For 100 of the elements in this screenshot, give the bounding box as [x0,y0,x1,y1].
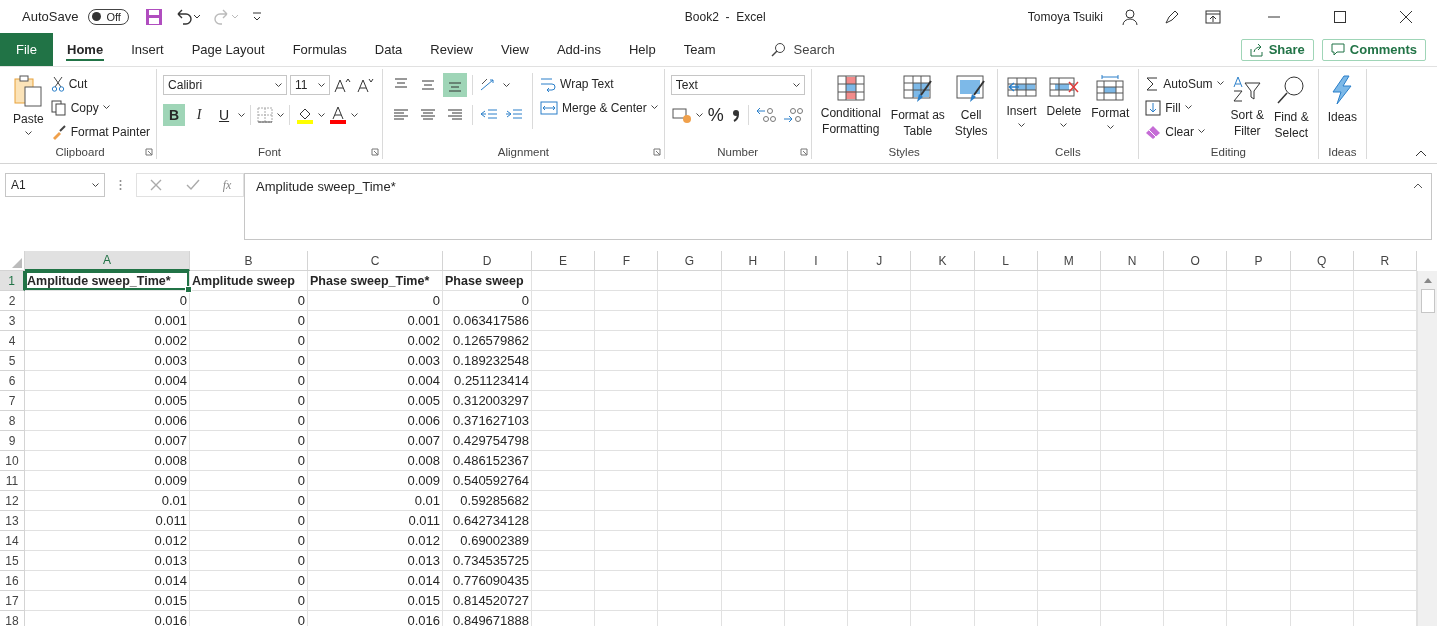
ribbon-tab[interactable]: Data [360,33,417,66]
ideas-button[interactable]: Ideas [1324,73,1360,127]
maximize-icon[interactable] [1333,9,1347,24]
column-header[interactable]: M [1037,251,1101,271]
format-as-table-button[interactable]: Format as Table [887,73,948,141]
person-icon[interactable] [1121,7,1139,26]
paste-button[interactable]: Paste [10,73,47,138]
find-select-button[interactable]: Find & Select [1270,73,1312,143]
wrap-text-button[interactable]: Wrap Text [540,73,658,94]
checkmark-icon[interactable] [185,178,200,192]
row-header[interactable]: 6 [0,371,25,391]
copy-button[interactable]: Copy [50,97,151,118]
bottom-align-icon[interactable] [443,73,468,97]
ribbon-tab[interactable]: Page Layout [177,33,279,66]
column-header[interactable]: Q [1290,251,1354,271]
number-format-dropdown[interactable]: Text [670,75,805,95]
format-cells-button[interactable]: Format [1088,73,1133,132]
ribbon-tab[interactable]: Insert [117,33,178,66]
row-header[interactable]: 4 [0,331,25,351]
ribbon-tab[interactable]: File [0,33,53,66]
column-header[interactable]: C [308,251,443,271]
row-header[interactable]: 11 [0,471,25,491]
delete-cells-button[interactable]: Delete [1043,73,1085,130]
cancel-icon[interactable] [148,178,163,192]
caret-icon[interactable] [695,112,703,118]
ribbon-display-icon[interactable] [1205,9,1221,24]
ribbon-tab[interactable]: View [486,33,543,66]
dialog-launcher-icon[interactable] [799,148,808,156]
caret-icon[interactable] [318,112,326,118]
comments-button[interactable]: Comments [1321,38,1426,61]
column-header[interactable]: F [595,251,659,271]
search-field[interactable]: Search [793,42,854,57]
formula-input[interactable]: Amplitude sweep_Time* [244,173,1432,240]
sort-filter-button[interactable]: Sort & Filter [1227,73,1267,141]
font-name-dropdown[interactable]: Calibri [163,75,288,95]
dialog-launcher-icon[interactable] [652,148,661,156]
ribbon-tab[interactable]: Team [669,33,730,66]
column-header[interactable]: O [1164,251,1228,271]
column-header[interactable]: E [532,251,596,271]
fill-button[interactable]: Fill [1145,97,1224,118]
caret-icon[interactable] [351,112,359,118]
italic-button[interactable]: I [188,104,211,126]
format-painter-button[interactable]: Format Painter [50,121,151,142]
caret-icon[interactable] [238,112,246,118]
cell-styles-button[interactable]: Cell Styles [951,73,991,141]
column-header[interactable]: B [190,251,308,271]
row-header[interactable]: 2 [0,291,25,311]
row-header[interactable]: 16 [0,571,25,591]
save-icon[interactable] [144,7,163,26]
column-header[interactable]: N [1100,251,1165,271]
row-header[interactable]: 7 [0,391,25,411]
row-header[interactable]: 15 [0,551,25,571]
column-header[interactable]: D [443,251,532,271]
caret-icon[interactable] [503,82,511,88]
share-button[interactable]: Share [1240,38,1314,61]
fill-handle[interactable] [185,286,192,293]
row-header[interactable]: 3 [0,311,25,331]
font-size-dropdown[interactable]: 11 [290,75,331,95]
row-header[interactable]: 17 [0,591,25,611]
column-header[interactable]: G [658,251,722,271]
ribbon-tab[interactable]: Review [416,33,487,66]
row-header[interactable]: 13 [0,511,25,531]
column-header[interactable]: I [784,251,849,271]
ribbon-tab[interactable]: Formulas [278,33,361,66]
name-box[interactable]: A1 [5,173,105,197]
collapse-ribbon-icon[interactable] [1415,149,1427,157]
percent-style-button[interactable]: % [705,104,726,126]
ribbon-tab[interactable]: Help [614,33,670,66]
column-header[interactable]: P [1227,251,1291,271]
ribbon-tab[interactable]: Add-ins [542,33,615,66]
scroll-up-icon[interactable] [1423,277,1432,283]
column-header[interactable]: J [848,251,912,271]
customize-toolbar-icon[interactable] [250,10,263,23]
underline-button[interactable]: U [213,104,236,126]
cut-button[interactable]: Cut [50,73,151,94]
collapse-formula-bar-icon[interactable] [1413,183,1423,189]
row-header[interactable]: 1 [0,271,25,291]
insert-function-button[interactable]: fx [222,177,232,193]
column-header[interactable]: R [1353,251,1417,271]
row-header[interactable]: 14 [0,531,25,551]
row-header[interactable]: 8 [0,411,25,431]
row-header[interactable]: 12 [0,491,25,511]
dialog-launcher-icon[interactable] [145,148,154,156]
column-header[interactable]: K [911,251,975,271]
column-header[interactable]: L [974,251,1038,271]
column-header[interactable]: H [721,251,785,271]
bold-button[interactable]: B [163,104,186,126]
vertical-scrollbar[interactable] [1417,271,1437,626]
row-header[interactable]: 5 [0,351,25,371]
dialog-launcher-icon[interactable] [371,148,380,156]
font-color-icon[interactable] [328,105,349,125]
close-icon[interactable] [1399,9,1413,24]
scroll-thumb[interactable] [1420,289,1435,313]
autosum-button[interactable]: AutoSum [1145,73,1224,94]
merge-center-button[interactable]: Merge & Center [540,97,658,118]
row-header[interactable]: 10 [0,451,25,471]
conditional-formatting-button[interactable]: Conditional Formatting [817,73,884,139]
column-header[interactable]: A [25,251,190,271]
insert-cells-button[interactable]: Insert [1003,73,1040,130]
caret-icon[interactable] [277,112,285,118]
